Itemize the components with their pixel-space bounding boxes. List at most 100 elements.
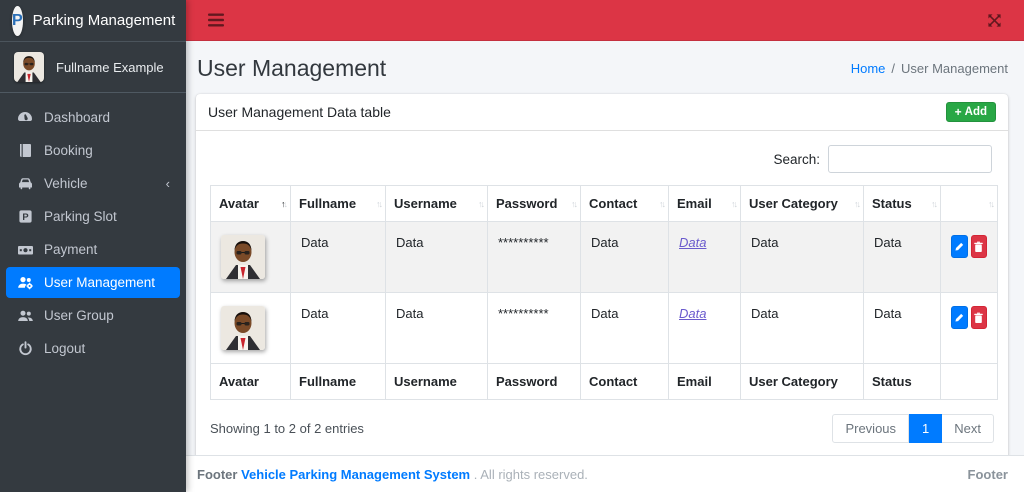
pencil-icon — [955, 313, 963, 322]
col-user-category[interactable]: User Category ↑↓ — [740, 185, 864, 222]
app-logo-icon: P — [12, 5, 23, 36]
entries-info: Showing 1 to 2 of 2 entries — [210, 421, 364, 436]
page-title: User Management — [197, 55, 387, 81]
user-table: Avatar ↑↓ Fullname ↑↓ Username ↑↓ Password ↑… — [210, 185, 998, 400]
footer-col-actions — [940, 363, 998, 400]
app-window: P Parking Management Fullname Example Da… — [0, 0, 1024, 492]
cell-status: Data — [863, 292, 941, 364]
sort-icon: ↑↓ — [731, 198, 738, 209]
top-navbar — [186, 0, 1024, 41]
col-contact[interactable]: Contact ↑↓ — [580, 185, 669, 222]
pagination-next[interactable]: Next — [942, 414, 994, 443]
email-link[interactable]: Data — [679, 306, 706, 321]
col-fullname[interactable]: Fullname ↑↓ — [290, 185, 386, 222]
sidebar-item-booking[interactable]: Booking — [6, 135, 180, 166]
footer-col-username: Username — [385, 363, 488, 400]
col-avatar[interactable]: Avatar ↑↓ — [210, 185, 291, 222]
edit-button[interactable] — [951, 235, 968, 258]
add-button[interactable]: + Add — [945, 102, 996, 122]
sidebar-item-user-management[interactable]: User Management — [6, 267, 180, 298]
power-off-icon — [16, 341, 34, 356]
cell-contact: Data — [580, 292, 669, 364]
expand-arrows-icon — [988, 13, 1001, 27]
cell-actions — [940, 292, 998, 364]
footer-col-email: Email — [668, 363, 741, 400]
footer-col-user-category: User Category — [740, 363, 864, 400]
cell-username: Data — [385, 221, 488, 293]
footer-col-avatar: Avatar — [210, 363, 291, 400]
money-icon — [16, 243, 34, 257]
footer-col-contact: Contact — [580, 363, 669, 400]
trash-icon — [974, 241, 984, 252]
car-icon — [16, 176, 34, 191]
footer-prefix: Footer — [197, 466, 238, 482]
table-footer-bar: Showing 1 to 2 of 2 entries Previous 1 N… — [210, 414, 994, 443]
pagination-previous[interactable]: Previous — [832, 414, 910, 443]
col-password[interactable]: Password ↑↓ — [487, 185, 581, 222]
search-input[interactable] — [828, 145, 992, 173]
sidebar-item-logout[interactable]: Logout — [6, 333, 180, 364]
brand-title: Parking Management — [32, 12, 176, 29]
book-icon — [16, 143, 34, 158]
cell-password: ********** — [487, 221, 581, 293]
cell-status: Data — [863, 221, 941, 293]
edit-button[interactable] — [951, 306, 968, 329]
hamburger-icon — [208, 13, 224, 27]
pencil-icon — [955, 242, 963, 251]
cell-user-category: Data — [740, 221, 864, 293]
sidebar-item-payment[interactable]: Payment — [6, 234, 180, 265]
hamburger-menu-button[interactable] — [204, 9, 228, 31]
col-status[interactable]: Status ↑↓ — [863, 185, 941, 222]
users-gear-icon — [16, 275, 34, 290]
sort-icon: ↑↓ — [931, 198, 938, 209]
breadcrumb-current: User Management — [901, 61, 1008, 76]
col-username[interactable]: Username ↑↓ — [385, 185, 488, 222]
data-table-card: User Management Data table +Add Search: — [196, 94, 1008, 455]
users-icon — [16, 309, 34, 323]
email-link[interactable]: Data — [679, 235, 706, 250]
cell-fullname: Data — [290, 221, 386, 293]
svg-text:P: P — [22, 212, 28, 222]
search-row: Search: — [210, 145, 992, 173]
col-actions[interactable]: ↑↓ — [940, 185, 998, 222]
footer-right: Footer — [967, 466, 1008, 482]
delete-button[interactable] — [970, 306, 987, 329]
footer-rights: . All rights reserved. — [473, 466, 588, 482]
avatar-cell — [210, 221, 291, 293]
cell-user-category: Data — [740, 292, 864, 364]
footer-system-link[interactable]: Vehicle Parking Management System — [241, 467, 470, 482]
brand[interactable]: P Parking Management — [0, 0, 186, 42]
sidebar-item-vehicle[interactable]: Vehicle ‹ — [6, 168, 180, 199]
breadcrumb-separator: / — [891, 61, 896, 76]
person-portrait-icon — [221, 235, 265, 279]
sort-icon: ↑↓ — [281, 198, 288, 209]
sort-icon: ↑↓ — [376, 198, 383, 209]
table-footer-row: Avatar Fullname Username Password Contac… — [210, 363, 998, 400]
user-avatar — [14, 52, 44, 82]
main-area: User Management Home / User Management U… — [186, 0, 1024, 492]
cell-contact: Data — [580, 221, 669, 293]
sidebar: P Parking Management Fullname Example Da… — [0, 0, 186, 492]
footer-col-fullname: Fullname — [290, 363, 386, 400]
cell-username: Data — [385, 292, 488, 364]
sidebar-item-dashboard[interactable]: Dashboard — [6, 101, 180, 133]
pagination: Previous 1 Next — [832, 414, 994, 443]
fullscreen-button[interactable] — [983, 9, 1006, 32]
sidebar-item-user-group[interactable]: User Group — [6, 300, 180, 331]
sort-icon: ↑↓ — [659, 198, 666, 209]
footer-col-status: Status — [863, 363, 941, 400]
breadcrumb-home-link[interactable]: Home — [851, 61, 886, 76]
delete-button[interactable] — [970, 235, 987, 258]
sort-icon: ↑↓ — [854, 198, 861, 209]
user-fullname: Fullname Example — [56, 59, 164, 75]
col-email[interactable]: Email ↑↓ — [668, 185, 741, 222]
card-body: Search: Avatar ↑↓ Fullname ↑↓ Username ↑↓ — [196, 131, 1008, 455]
row-avatar — [221, 306, 265, 350]
footer-left: Footer Vehicle Parking Management System… — [197, 467, 588, 482]
person-portrait-icon — [14, 52, 44, 82]
card-header: User Management Data table + Add — [196, 94, 1008, 131]
card-title: User Management Data table — [208, 104, 391, 120]
user-panel[interactable]: Fullname Example — [0, 42, 186, 93]
sidebar-item-parking-slot[interactable]: P Parking Slot — [6, 201, 180, 232]
pagination-page-1[interactable]: 1 — [909, 414, 943, 443]
